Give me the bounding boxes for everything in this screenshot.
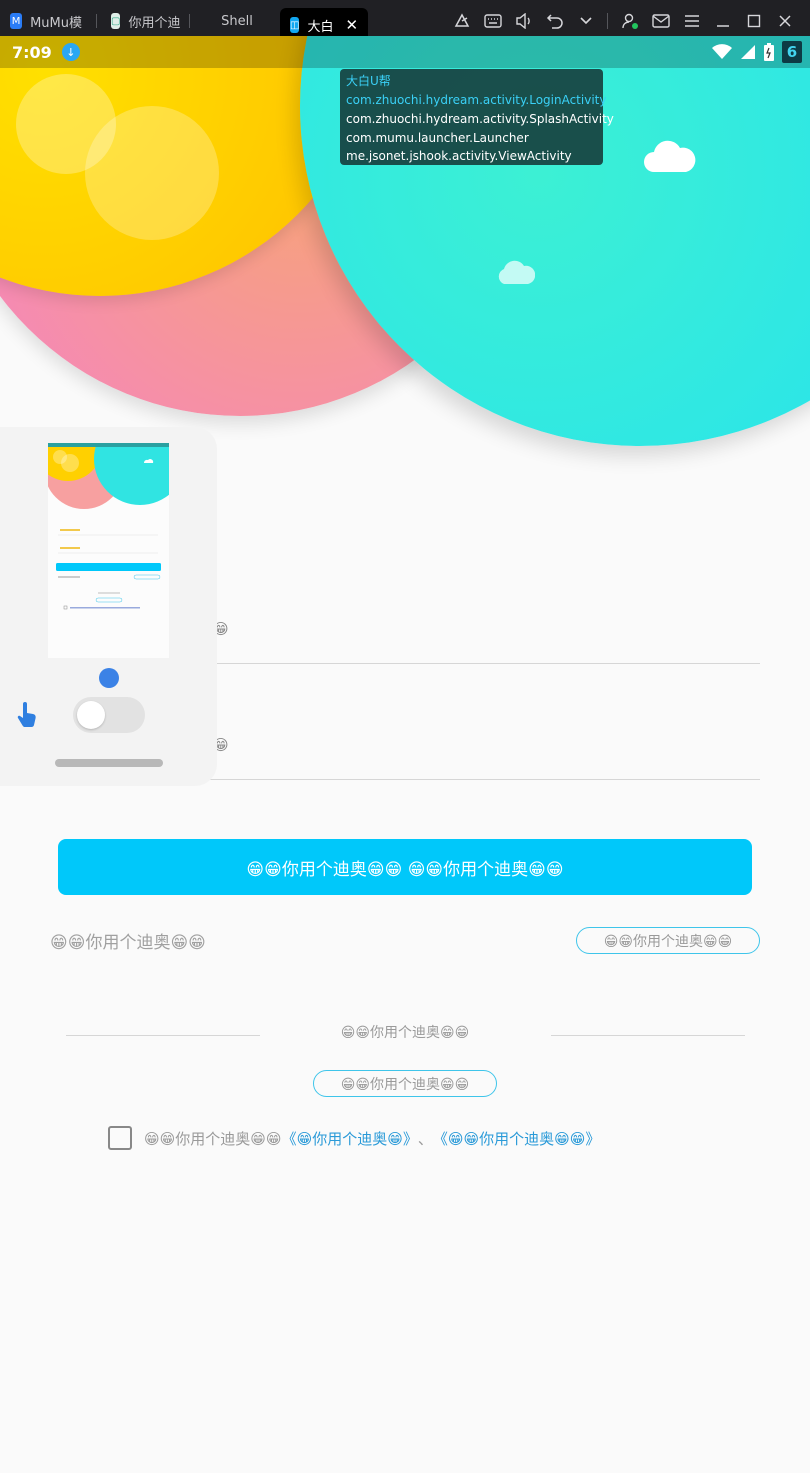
activity-item[interactable]: com.zhuochi.hydream.activity.SplashActiv…	[346, 110, 614, 129]
dabai-app-icon: ◫	[290, 17, 300, 33]
mumu-logo-icon: M	[10, 13, 23, 29]
forgot-password-label: 😁😁你用个迪奥😁😁	[603, 933, 733, 950]
signal-icon	[741, 45, 755, 59]
bubble-large	[85, 106, 219, 240]
notification-badge: 6	[782, 41, 802, 63]
agreement-row: 😁😁你用个迪奥😁😁 《😁你用个迪奥😁》 、 《😁😁你用个迪奥😁😁》	[108, 1126, 600, 1150]
alt-login-button[interactable]: 😁😁你用个迪奥😁😁	[313, 1070, 497, 1097]
preview-screen-thumbnail[interactable]	[48, 443, 169, 658]
tab-separator	[189, 14, 190, 28]
cloud-icon	[644, 140, 696, 172]
tab-dabai-label: 大白	[307, 19, 334, 35]
agreement-link-2[interactable]: 《😁😁你用个迪奥😁😁》	[433, 1128, 601, 1149]
tab-separator	[96, 14, 97, 28]
status-bar: 7:09 ↓ 6	[0, 36, 810, 68]
battery-icon	[764, 43, 774, 61]
activity-item[interactable]: com.mumu.launcher.Launcher	[346, 129, 597, 147]
tab-close-icon[interactable]: ✕	[345, 16, 358, 34]
tab-mumu-label: MuMu模	[30, 15, 82, 31]
tab-shell-label: Shell	[221, 13, 253, 29]
alt-login-label: 😁😁你用个迪奥😁😁	[340, 1076, 470, 1093]
wifi-icon	[712, 44, 732, 59]
forgot-password-button[interactable]: 😁😁你用个迪奥😁😁	[576, 927, 760, 954]
floating-preview-panel[interactable]	[0, 427, 217, 786]
tab-app-label: 你用个迪	[128, 15, 181, 31]
toolbar-divider	[607, 13, 608, 29]
status-icons: 6	[712, 36, 802, 68]
cloud-icon	[498, 260, 535, 284]
agreement-link-1[interactable]: 《😁你用个迪奥😁》	[282, 1128, 418, 1149]
preview-toggle-switch[interactable]	[73, 697, 145, 733]
agreement-separator: 、	[417, 1129, 433, 1148]
activity-item[interactable]: com.zhuochi.hydream.activity.LoginActivi…	[346, 91, 606, 110]
touch-hand-icon	[16, 702, 38, 734]
activity-app-name: 大白U帮	[346, 74, 391, 88]
agreement-checkbox[interactable]	[108, 1126, 132, 1150]
preview-thumbnail-image	[48, 443, 169, 658]
divider-text: 😁😁你用个迪奥😁😁	[340, 1025, 470, 1041]
activity-list-overlay: 大白U帮 com.zhuochi.hydream.activity.LoginA…	[340, 69, 614, 165]
clock: 7:09	[12, 42, 52, 62]
activity-item[interactable]: me.jsonet.jshook.activity.ViewActivity	[346, 147, 597, 165]
preview-indicator-dot	[99, 668, 119, 688]
toggle-knob	[77, 701, 105, 729]
preview-drag-handle[interactable]	[55, 759, 163, 767]
register-link[interactable]: 😁😁你用个迪奥😁😁	[50, 928, 206, 953]
agreement-prefix: 😁😁你用个迪奥😁😁	[144, 1129, 282, 1148]
login-button-label: 😁😁你用个迪奥😁😁 😁😁你用个迪奥😁😁	[246, 859, 564, 880]
app-thumbnail-icon: ▢	[111, 13, 121, 29]
download-icon: ↓	[61, 43, 80, 61]
login-button[interactable]: 😁😁你用个迪奥😁😁 😁😁你用个迪奥😁😁	[58, 839, 752, 895]
